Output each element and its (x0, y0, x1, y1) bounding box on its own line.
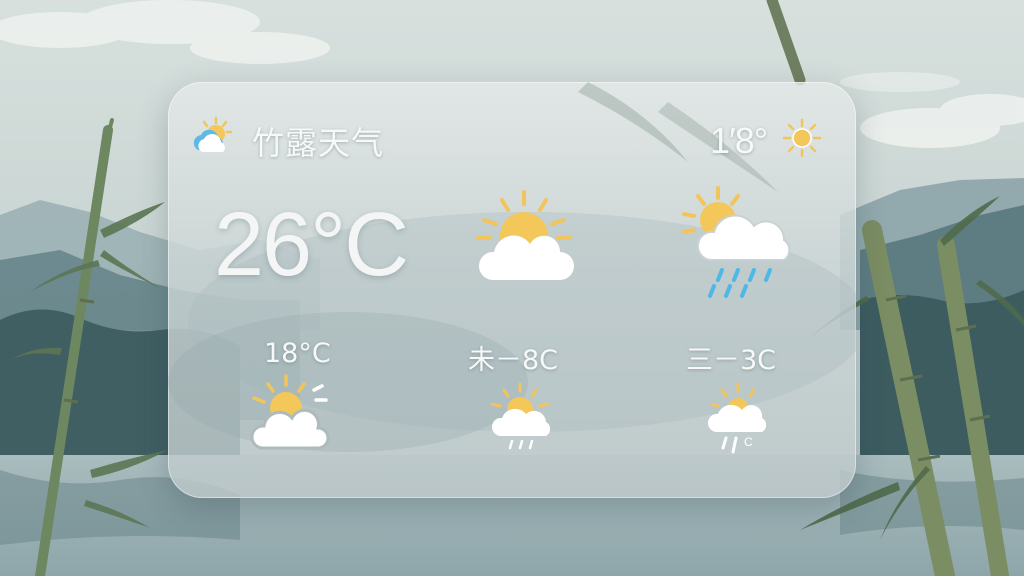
sun-behind-cloud-icon (476, 190, 574, 280)
forecast-3-cloud-rain-icon: C (707, 382, 767, 454)
partly-cloudy-icon (193, 116, 233, 152)
weather-widget[interactable]: 竹露天气 1′8° 26°C 18°C 未－8C 三－3C C (168, 82, 856, 498)
corner-temperature: 1′8° (710, 120, 768, 161)
app-title: 竹露天气 (252, 124, 385, 162)
forecast-label-2: 未－8C (468, 345, 559, 376)
current-temperature: 26°C (214, 195, 409, 295)
forecast-label-1: 18°C (264, 338, 331, 369)
forecast-1-sun-behind-cloud-icon (250, 374, 330, 450)
sun-icon (782, 118, 822, 158)
forecast-2-sun-cloud-rain-icon (490, 382, 551, 450)
sun-cloud-rain-icon (682, 186, 791, 298)
forecast-3-icon-c: C (744, 435, 753, 449)
forecast-label-3: 三－3C (686, 345, 777, 376)
